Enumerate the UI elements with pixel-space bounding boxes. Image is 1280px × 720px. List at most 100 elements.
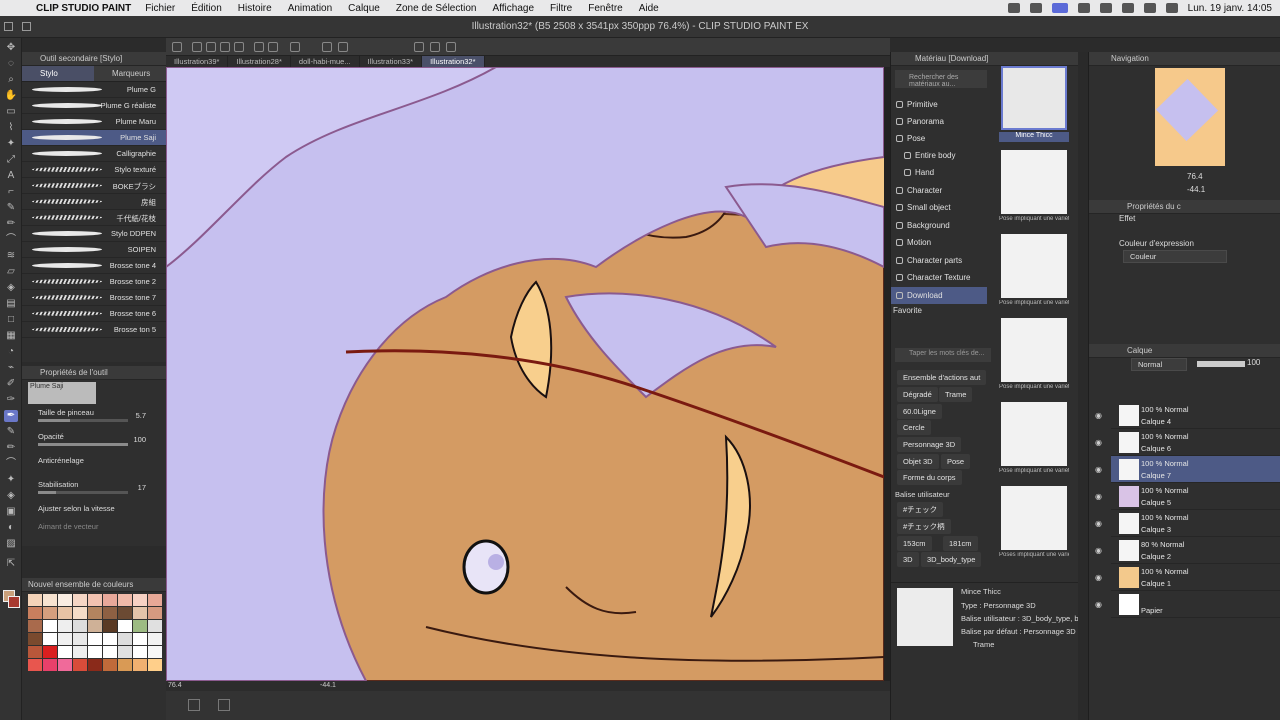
doc-tab[interactable]: Illustration39* xyxy=(166,56,229,67)
color-swatch[interactable] xyxy=(28,659,42,671)
eye-icon[interactable]: ◉ xyxy=(1095,519,1102,528)
color-swatch[interactable] xyxy=(148,594,162,606)
transform-icon[interactable]: ⤢ xyxy=(4,154,18,166)
snap-special-icon[interactable] xyxy=(430,42,440,52)
color-swatch[interactable] xyxy=(43,646,57,658)
fill-icon[interactable]: ◈ xyxy=(4,282,18,294)
brush-size-value[interactable]: 5.7 xyxy=(136,411,146,420)
home-icon[interactable] xyxy=(172,42,182,52)
layer-row-selected[interactable]: ◉ 100 % Normal Calque 7 xyxy=(1095,456,1280,483)
export-icon[interactable] xyxy=(234,42,244,52)
eye-icon[interactable]: ◉ xyxy=(1095,546,1102,555)
category-item[interactable]: Entire body xyxy=(891,147,987,164)
color-set-header[interactable]: Nouvel ensemble de couleurs xyxy=(22,578,166,592)
pen-icon[interactable]: ✎ xyxy=(4,202,18,214)
siri-icon[interactable] xyxy=(1165,3,1178,13)
color-swatch[interactable] xyxy=(103,607,117,619)
color-swatch[interactable] xyxy=(43,659,57,671)
eye-icon[interactable]: ◉ xyxy=(1095,465,1102,474)
tag-button[interactable]: 60.0Ligne xyxy=(897,404,942,419)
category-item-selected[interactable]: Download xyxy=(891,287,987,304)
eyedropper-icon[interactable]: ⌇ xyxy=(4,122,18,134)
text-icon[interactable]: A xyxy=(4,170,18,182)
color-swatch[interactable] xyxy=(148,620,162,632)
user-tag-button[interactable]: 3D xyxy=(897,552,919,567)
menu-filtre[interactable]: Filtre xyxy=(550,3,572,14)
eye-icon[interactable]: ◉ xyxy=(1095,411,1102,420)
brush-item[interactable]: Stylo DDPEN xyxy=(22,226,166,242)
color-swatch[interactable] xyxy=(73,633,87,645)
category-item[interactable]: Pose xyxy=(891,130,987,147)
category-item[interactable]: Hand xyxy=(891,164,987,181)
tool-g-icon[interactable]: ◈ xyxy=(4,490,18,502)
menu-fenetre[interactable]: Fenêtre xyxy=(588,3,622,14)
menu-calque[interactable]: Calque xyxy=(348,3,380,14)
zoom-icon[interactable]: ⌕ xyxy=(4,74,18,86)
ruler-icon[interactable]: ⌐ xyxy=(4,186,18,198)
speed-row[interactable]: Ajuster selon la vitesse xyxy=(22,502,166,520)
color-swatch[interactable] xyxy=(148,646,162,658)
menu-zone-selection[interactable]: Zone de Sélection xyxy=(396,3,477,14)
category-item[interactable]: Panorama xyxy=(891,113,987,130)
color-swatch[interactable] xyxy=(73,594,87,606)
user-tag-button[interactable]: 3D_body_type xyxy=(921,552,982,567)
tag-search-input[interactable]: Taper les mots clés de... xyxy=(895,348,991,362)
tag-button[interactable]: Trame xyxy=(939,387,973,402)
screen-icon[interactable] xyxy=(1077,3,1090,13)
color-swatch[interactable] xyxy=(118,659,132,671)
color-swatch[interactable] xyxy=(88,646,102,658)
brush-item[interactable]: Brosse tone 6 xyxy=(22,306,166,322)
user-tag-button[interactable]: 181cm xyxy=(943,536,978,551)
balloon-icon[interactable]: ◔ xyxy=(4,346,18,358)
material-thumb[interactable]: Pose impliquant une variété... xyxy=(999,318,1069,398)
vector-row[interactable]: Aimant de vecteur xyxy=(22,520,166,538)
speed-checkbox-label[interactable]: Ajuster selon la vitesse xyxy=(38,504,115,513)
color-swatch[interactable] xyxy=(103,659,117,671)
layout-icon[interactable] xyxy=(188,699,200,711)
layer-row[interactable]: ◉ 80 % Normal Calque 2 xyxy=(1095,537,1280,564)
layer-opacity-slider[interactable] xyxy=(1197,361,1245,367)
tab-marqueurs[interactable]: Marqueurs xyxy=(94,66,166,81)
tool-h-icon[interactable]: ▣ xyxy=(4,506,18,518)
figure-icon[interactable]: □ xyxy=(4,314,18,326)
tool-k-icon[interactable]: ⇱ xyxy=(4,558,18,570)
doc-tab[interactable]: doll-habi-mue... xyxy=(291,56,360,67)
save-icon[interactable] xyxy=(220,42,230,52)
lasso-icon[interactable]: ◌ xyxy=(4,58,18,70)
color-swatch[interactable] xyxy=(118,620,132,632)
layer-row[interactable]: ◉ 100 % Normal Calque 1 xyxy=(1095,564,1280,591)
brush-item[interactable]: Calligraphie xyxy=(22,146,166,162)
color-swatch[interactable] xyxy=(133,594,147,606)
layer-row[interactable]: ◉ 100 % Normal Calque 6 xyxy=(1095,429,1280,456)
color-swatch[interactable] xyxy=(118,594,132,606)
color-swatch[interactable] xyxy=(43,594,57,606)
menu-edition[interactable]: Édition xyxy=(191,3,222,14)
brush-icon[interactable]: ⌒ xyxy=(4,234,18,246)
sub-color-swatch[interactable] xyxy=(8,596,20,608)
airbrush-icon[interactable]: ≋ xyxy=(4,250,18,262)
stabilization-value[interactable]: 17 xyxy=(138,483,146,492)
redo-icon[interactable] xyxy=(268,42,278,52)
gradient-icon[interactable]: ▤ xyxy=(4,298,18,310)
eraser-icon[interactable]: ▱ xyxy=(4,266,18,278)
brush-size-row[interactable]: Taille de pinceau 5.7 xyxy=(22,406,166,430)
material-search-input[interactable]: Rechercher des matériaux au... xyxy=(895,70,987,88)
tag-button[interactable]: Forme du corps xyxy=(897,470,962,485)
selection-icon[interactable]: ▭ xyxy=(4,106,18,118)
tool-e-icon[interactable]: ⌒ xyxy=(4,458,18,470)
stabilization-row[interactable]: Stabilisation 17 xyxy=(22,478,166,502)
tag-button[interactable]: Ensemble d'actions aut xyxy=(897,370,987,385)
line-fix-icon[interactable]: ⌁ xyxy=(4,362,18,374)
opacity-row[interactable]: Opacité 100 xyxy=(22,430,166,454)
color-swatch[interactable] xyxy=(118,646,132,658)
layer-row[interactable]: ◉ 100 % Normal Calque 3 xyxy=(1095,510,1280,537)
favorite-label[interactable]: Favorite xyxy=(893,306,922,315)
snap-ruler-icon[interactable] xyxy=(414,42,424,52)
color-swatch[interactable] xyxy=(133,620,147,632)
color-swatch[interactable] xyxy=(103,633,117,645)
user-tag-button[interactable]: #チェック柄 xyxy=(897,519,951,534)
eye-icon[interactable]: ◉ xyxy=(1095,600,1102,609)
brush-item[interactable]: Plume G réaliste xyxy=(22,98,166,114)
color-swatch[interactable] xyxy=(88,633,102,645)
color-swatch[interactable] xyxy=(73,646,87,658)
